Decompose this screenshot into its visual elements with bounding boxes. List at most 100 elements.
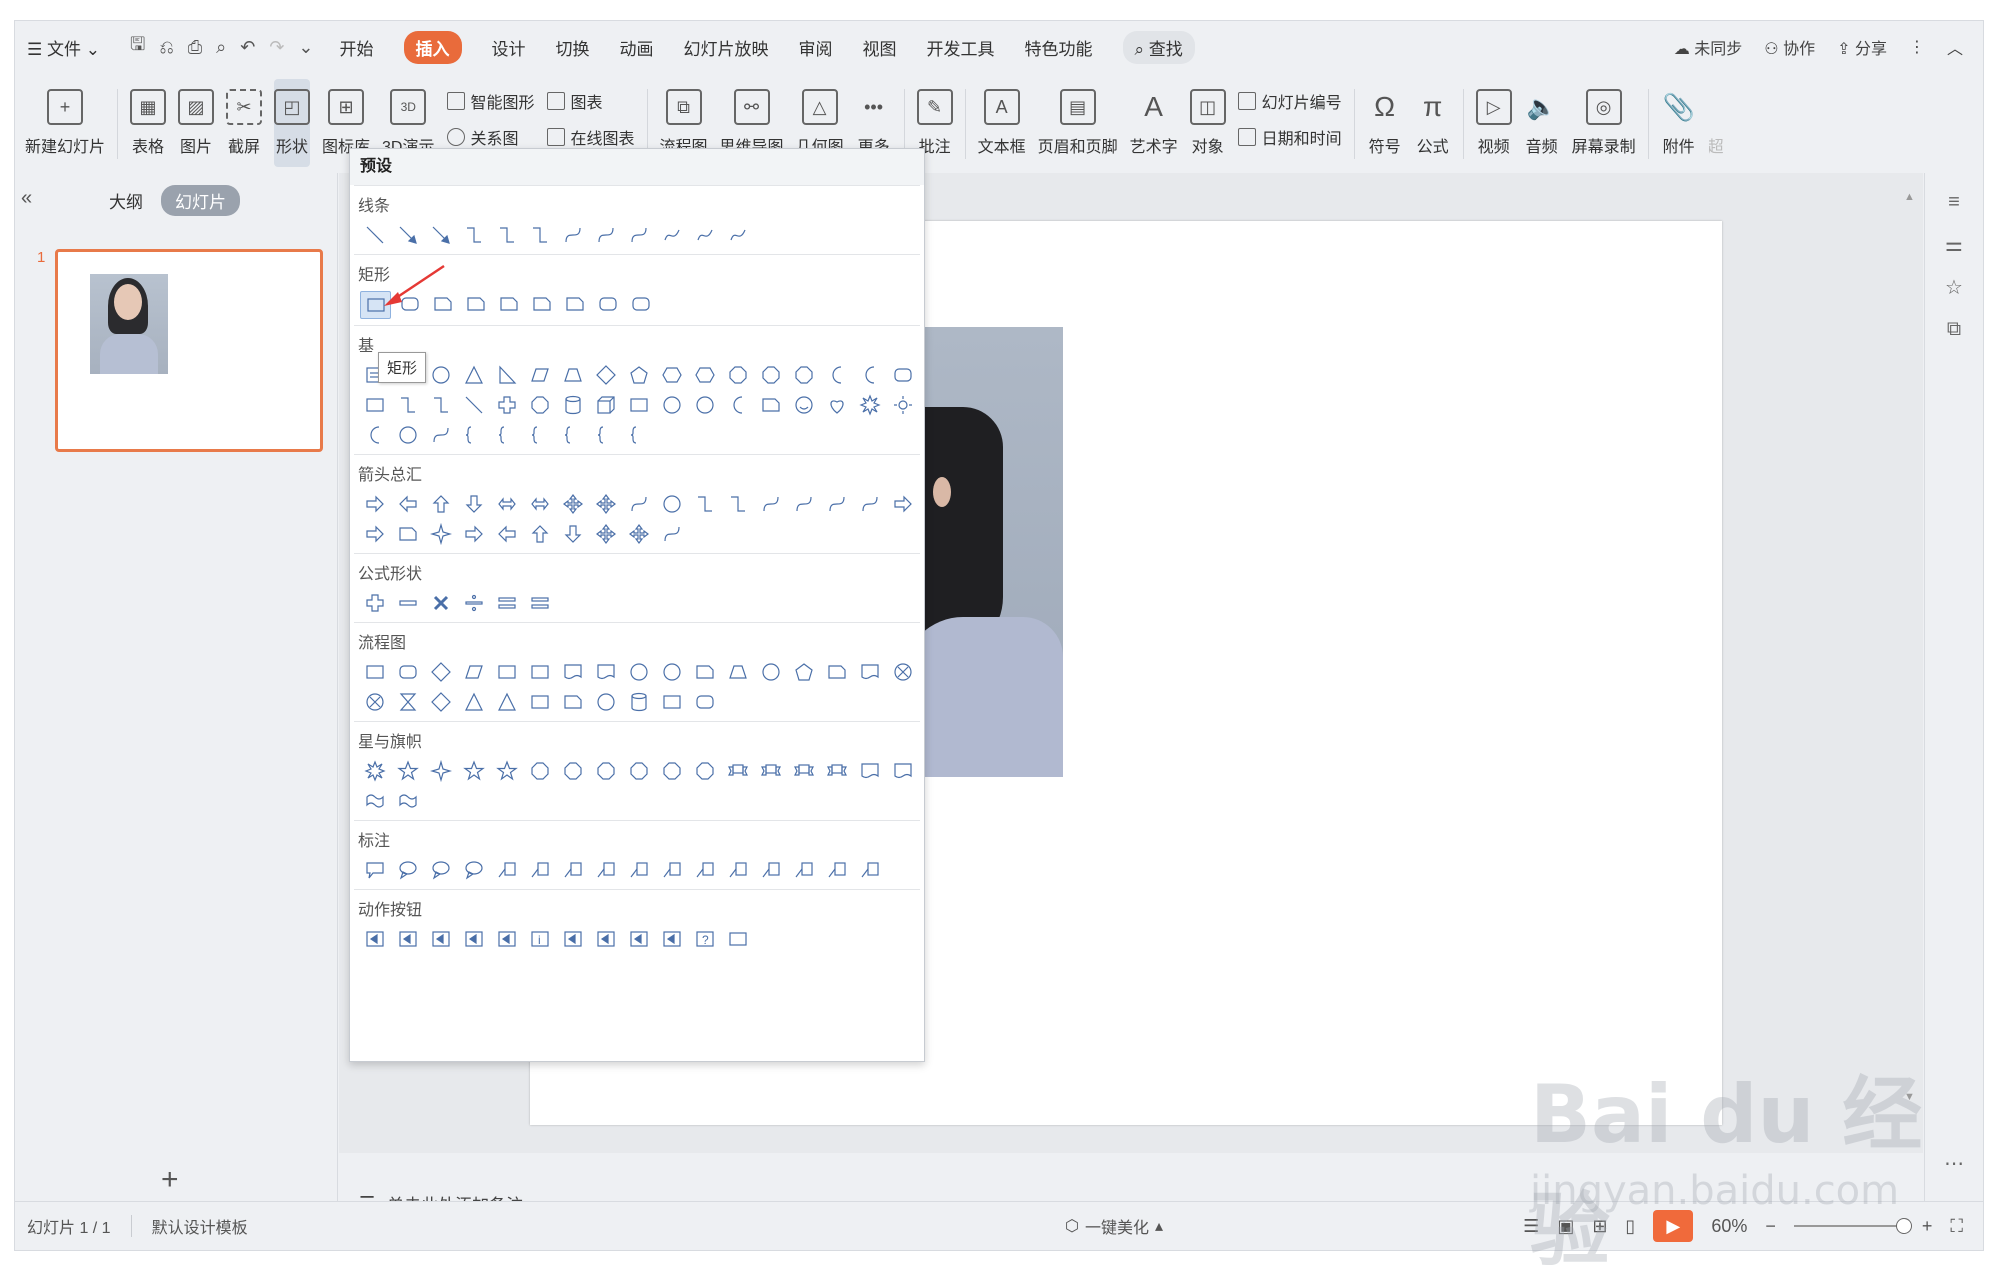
shape-trap-icon[interactable] [723,659,752,685]
shape-rrect-icon[interactable] [626,291,655,317]
shape-equal-icon[interactable] [492,590,521,616]
shape-oct-icon[interactable] [525,392,554,418]
tab-special[interactable]: 特色功能 [1025,35,1093,60]
textbox-button[interactable]: A 文本框 [978,79,1026,167]
shape-line-icon[interactable] [360,222,389,248]
shape-snip-icon[interactable] [527,291,556,317]
shape-lcallout-icon[interactable] [855,857,884,883]
shape-hourglass-icon[interactable] [393,689,422,715]
shape-brace-icon[interactable] [492,422,521,448]
tab-insert[interactable]: 插入 [403,30,462,64]
shape-lcallout-icon[interactable] [822,857,851,883]
shape-heart-icon[interactable] [822,392,851,418]
shape-hex-icon[interactable] [657,362,686,388]
shape-brace-icon[interactable] [591,422,620,448]
shape-star-icon[interactable] [393,758,422,784]
shape-cube-icon[interactable] [591,392,620,418]
shape-elbow-icon[interactable] [459,222,488,248]
shape-action-icon[interactable] [657,926,686,952]
shape-minus-icon[interactable] [393,590,422,616]
more-vert-icon[interactable]: ⋮ [1909,37,1925,57]
shape-curve-icon[interactable] [657,521,686,547]
shape-oct-icon[interactable] [624,758,653,784]
shape-curve-icon[interactable] [855,491,884,517]
shape-snip-icon[interactable] [558,689,587,715]
shape-free-icon[interactable] [657,222,686,248]
shape-diamond-icon[interactable] [426,659,455,685]
relation-button[interactable]: 关系图 [446,125,535,149]
shape-ribbon-icon[interactable] [789,758,818,784]
settings-sliders-icon[interactable]: ⚌ [1925,232,1983,257]
shape-rarrow-icon[interactable] [360,491,389,517]
shape-lcallout-icon[interactable] [723,857,752,883]
shape-rrect-icon[interactable] [393,659,422,685]
shape-oct-icon[interactable] [756,362,785,388]
shape-elbow-icon[interactable] [525,222,554,248]
shape-button[interactable]: ◰ 形状 [274,79,311,167]
shape-rect-icon[interactable] [657,689,686,715]
shape-curve-icon[interactable] [591,222,620,248]
tab-transition[interactable]: 切换 [556,35,590,60]
shape-rarrow-icon[interactable] [888,491,917,517]
shape-darrow-icon[interactable] [459,491,488,517]
shape-action-icon[interactable] [360,926,389,952]
file-menu[interactable]: ☰ 文件 ⌄ [27,35,100,60]
template-name[interactable]: 默认设计模板 [152,1214,248,1238]
shape-cross-icon[interactable] [360,689,389,715]
shape-burst-icon[interactable] [855,392,884,418]
shape-rect-icon[interactable] [492,659,521,685]
tab-slides[interactable]: 幻灯片 [161,185,240,216]
shape-snip-icon[interactable] [393,521,422,547]
vertical-scrollbar[interactable]: ▲ ▼ [1903,191,1917,1141]
formula-button[interactable]: π 公式 [1415,79,1451,167]
shape-action-icon[interactable] [624,926,653,952]
slide-thumbnail[interactable] [55,249,323,452]
shape-lrarrow-icon[interactable] [525,491,554,517]
shape-curve-icon[interactable] [624,222,653,248]
redo-icon[interactable]: ↷ [269,37,284,58]
shape-docshape-icon[interactable] [855,758,884,784]
shape-oct-icon[interactable] [789,362,818,388]
tab-home[interactable]: 开始 [340,35,374,60]
shape-curve-icon[interactable] [426,422,455,448]
shape-rect-icon[interactable] [723,926,752,952]
shape-can-icon[interactable] [624,689,653,715]
shape-ellipse-icon[interactable] [624,659,653,685]
collab-button[interactable]: ⚇ 协作 [1764,35,1815,59]
shape-larrow-icon[interactable] [492,521,521,547]
copy-icon[interactable]: ⧉ [1925,318,1983,341]
shape-diamond-icon[interactable] [426,689,455,715]
shape-oct-icon[interactable] [558,758,587,784]
shape-quad-icon[interactable] [591,521,620,547]
shape-smile-icon[interactable] [789,392,818,418]
shape-curve-icon[interactable] [624,491,653,517]
shape-docshape-icon[interactable] [855,659,884,685]
table-button[interactable]: ▦ 表格 [130,79,167,167]
chart-button[interactable]: 图表 [546,89,635,113]
picture-button[interactable]: ▨ 图片 [178,79,215,167]
shape-oct-icon[interactable] [690,758,719,784]
share-button[interactable]: ⇪ 分享 [1837,35,1887,59]
shape-lcallout-icon[interactable] [591,857,620,883]
shape-star-icon[interactable] [459,758,488,784]
customize-icon[interactable]: ⌄ [298,37,313,58]
print-icon[interactable]: ⎙ [188,37,202,58]
shape-rect-icon[interactable] [360,659,389,685]
shape-tri-icon[interactable] [459,362,488,388]
shape-circ-icon[interactable] [591,689,620,715]
shape-divide-icon[interactable] [459,590,488,616]
collapse-ribbon-icon[interactable]: ︿ [1947,35,1963,59]
tab-view[interactable]: 视图 [863,35,897,60]
shape-para-icon[interactable] [525,362,554,388]
tab-design[interactable]: 设计 [492,35,526,60]
shape-snip-icon[interactable] [690,659,719,685]
shape-snip-icon[interactable] [461,291,490,317]
shape-pent-icon[interactable] [624,362,653,388]
shape-oct-icon[interactable] [525,758,554,784]
shape-snip-icon[interactable] [822,659,851,685]
shape-lcallout-icon[interactable] [690,857,719,883]
shape-lcallout-icon[interactable] [756,857,785,883]
shape-curve-icon[interactable] [822,491,851,517]
shape-lcallout-icon[interactable] [558,857,587,883]
shape-cross-icon[interactable] [888,659,917,685]
